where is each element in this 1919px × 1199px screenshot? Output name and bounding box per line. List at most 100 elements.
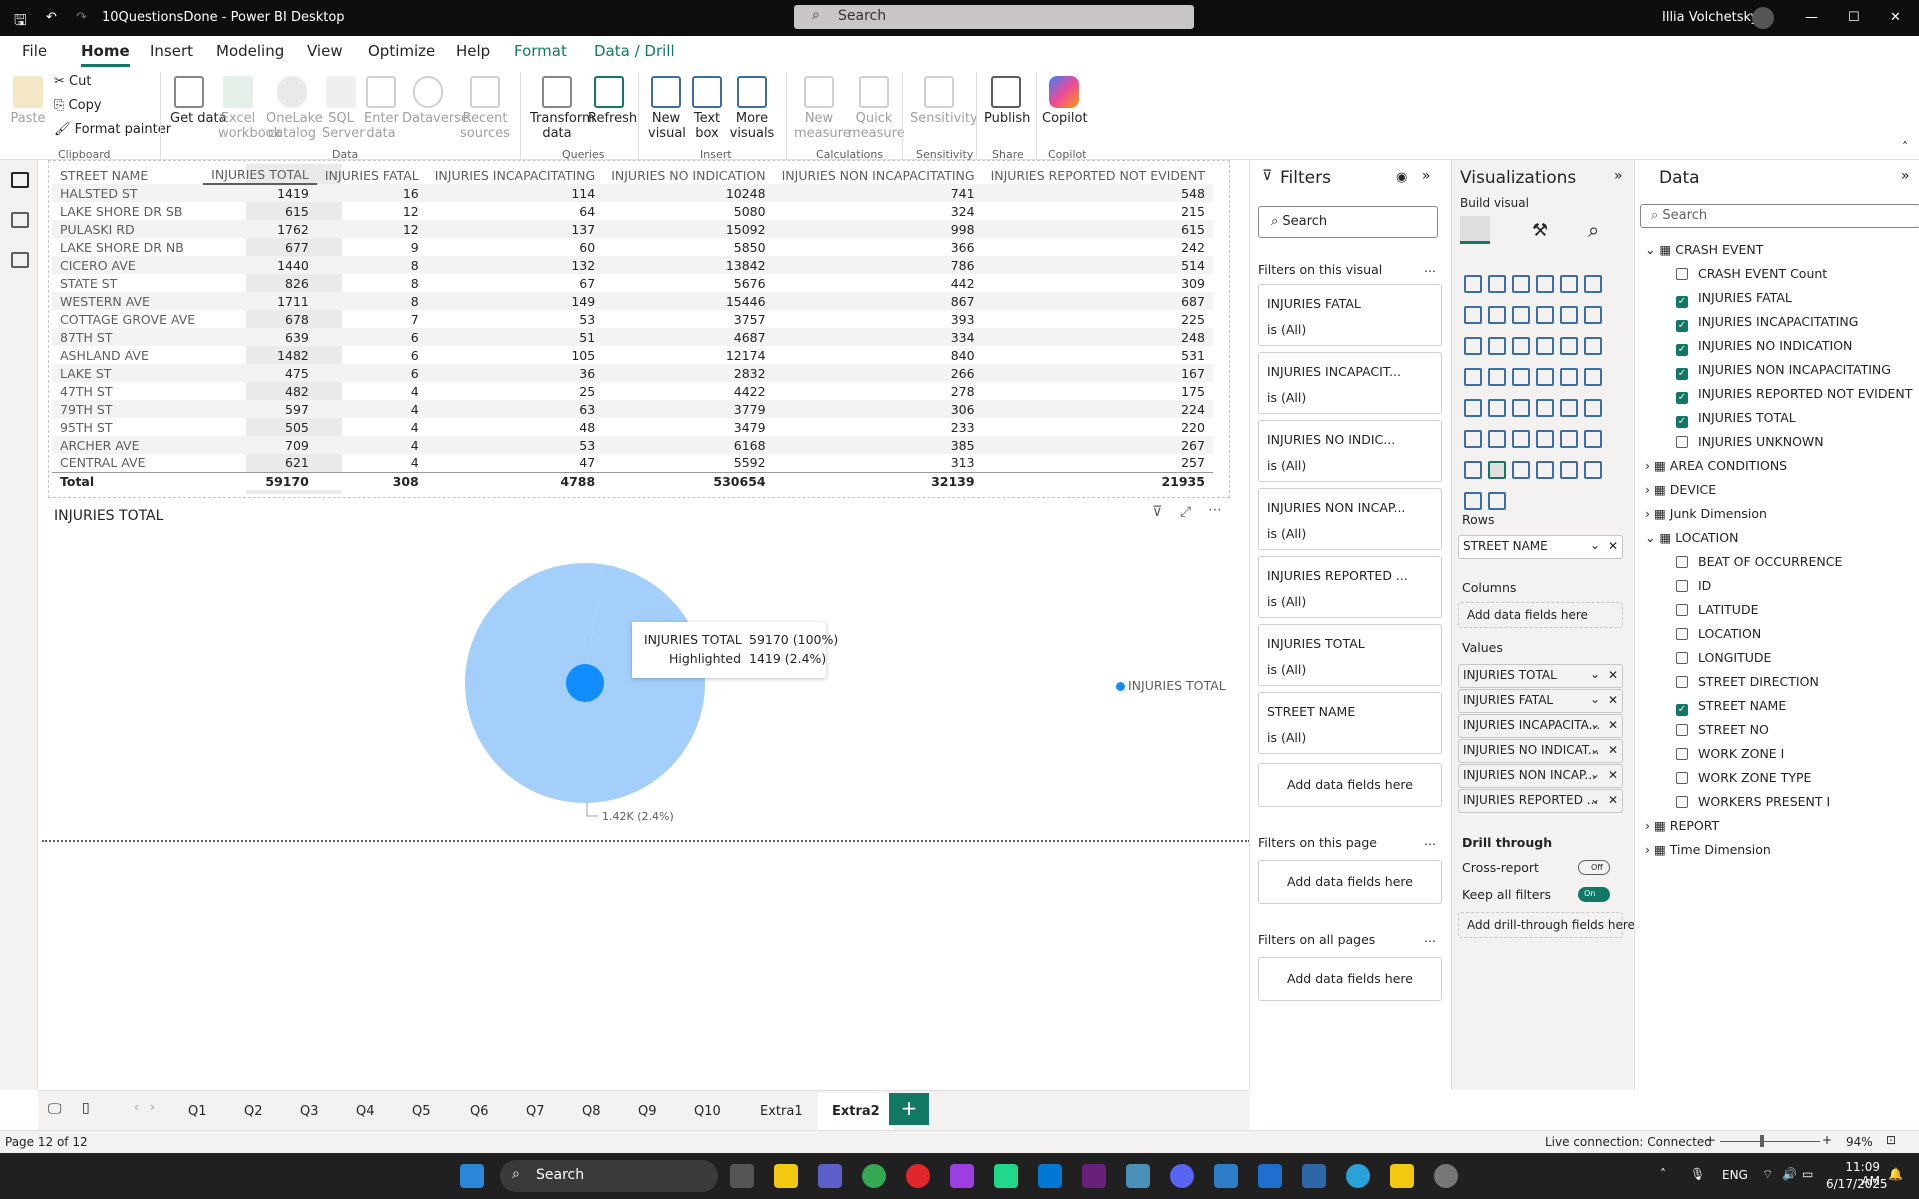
value-cell[interactable]: 53 [427,436,603,454]
recent-sources-button[interactable]: Recent sources [460,76,510,141]
value-cell[interactable]: 1762 [203,220,317,238]
value-cell[interactable]: 6168 [603,436,773,454]
data-field-row[interactable]: ✓ INJURIES INCAPACITATING [1676,314,1858,332]
prev-page-icon[interactable]: ‹ [134,1100,139,1114]
notification-bell-icon[interactable]: 🔔 [1888,1167,1903,1181]
visual-type-icon[interactable] [1464,306,1482,324]
tab-format[interactable]: Format [514,42,567,60]
format-painter-button[interactable]: 🖌 Format painter [54,122,171,137]
chevron-down-icon[interactable]: ⌄ [1590,538,1600,552]
column-header[interactable]: INJURIES FATAL [317,166,427,184]
page-tab[interactable]: Q9 [638,1104,657,1119]
discord-icon[interactable] [1170,1164,1194,1188]
data-field-row[interactable]: LONGITUDE [1676,650,1771,665]
visual-type-icon[interactable] [1464,368,1482,386]
table-row[interactable]: HALSTED ST 1419 16 114 10248 741 548 [52,184,1213,202]
street-name-cell[interactable]: WESTERN AVE [52,292,203,310]
value-cell[interactable]: 6 [317,328,427,346]
zoom-out-icon[interactable]: − [1706,1133,1716,1147]
value-cell[interactable]: 114 [427,184,603,202]
value-cell[interactable]: 786 [774,256,983,274]
visual-type-icon[interactable] [1464,337,1482,355]
visual-type-icon[interactable] [1536,306,1554,324]
field-checkbox[interactable] [1676,724,1688,736]
visual-type-icon[interactable] [1488,430,1506,448]
notes-icon[interactable] [1302,1164,1326,1188]
value-cell[interactable]: 7 [317,310,427,328]
value-cell[interactable]: 51 [427,328,603,346]
value-cell[interactable]: 25 [427,382,603,400]
filter-card[interactable]: INJURIES FATAL is (All) [1258,284,1442,346]
value-cell[interactable]: 393 [774,310,983,328]
value-cell[interactable]: 53 [427,310,603,328]
data-field-row[interactable]: LOCATION [1676,626,1761,641]
value-cell[interactable]: 3757 [603,310,773,328]
value-cell[interactable]: 306 [774,400,983,418]
value-cell[interactable]: 1419 [203,184,317,202]
value-cell[interactable]: 709 [203,436,317,454]
value-cell[interactable]: 12 [317,220,427,238]
data-field-row[interactable]: ✓ INJURIES FATAL [1676,290,1792,308]
value-cell[interactable]: 309 [983,274,1213,292]
undo-icon[interactable]: ↶ [46,10,57,25]
field-checkbox[interactable] [1676,796,1688,808]
filter-icon[interactable]: ⊽ [1152,504,1162,520]
value-cell[interactable]: 840 [774,346,983,364]
filters-all-more-icon[interactable]: ... [1424,930,1436,945]
add-visual-filter-field[interactable]: Add data fields here [1258,763,1442,807]
remove-field-icon[interactable]: ✕ [1608,693,1618,707]
cross-report-toggle[interactable]: Off [1578,860,1610,875]
visual-type-icon[interactable] [1464,275,1482,293]
value-cell[interactable]: 8 [317,292,427,310]
avatar[interactable] [1752,7,1774,29]
visual-type-icon[interactable] [1512,461,1530,479]
value-cell[interactable]: 63 [427,400,603,418]
legend-label[interactable]: INJURIES TOTAL [1128,678,1226,693]
publish-button[interactable]: Publish [984,76,1030,126]
value-cell[interactable]: 105 [427,346,603,364]
tab-optimize[interactable]: Optimize [368,42,435,60]
field-checkbox[interactable] [1676,580,1688,592]
value-cell[interactable]: 548 [983,184,1213,202]
visual-type-icon[interactable] [1560,275,1578,293]
visual-type-icon[interactable] [1488,275,1506,293]
data-field-row[interactable]: INJURIES UNKNOWN [1676,434,1824,449]
refresh-button[interactable]: Refresh [588,76,637,126]
field-checkbox[interactable]: ✓ [1676,416,1688,428]
table-row[interactable]: WESTERN AVE 1711 8 149 15446 867 687 [52,292,1213,310]
visual-type-icon[interactable] [1488,368,1506,386]
collapse-filters-icon[interactable]: » [1422,168,1431,184]
data-field-row[interactable]: ✓ INJURIES NON INCAPACITATING [1676,362,1891,380]
value-cell[interactable]: 15092 [603,220,773,238]
table-row[interactable]: CENTRAL AVE 621 4 47 5592 313 257 [52,454,1213,472]
visual-type-icon[interactable] [1584,399,1602,417]
data-field-row[interactable]: CRASH EVENT Count [1676,266,1827,281]
value-cell[interactable]: 639 [203,328,317,346]
value-cell[interactable]: 64 [427,202,603,220]
value-cell[interactable]: 60 [427,238,603,256]
visual-type-icon[interactable] [1536,275,1554,293]
table-row[interactable]: CICERO AVE 1440 8 132 13842 786 514 [52,256,1213,274]
value-cell[interactable]: 220 [983,418,1213,436]
maximize-icon[interactable]: ☐ [1848,10,1860,25]
value-cell[interactable]: 48 [427,418,603,436]
street-name-cell[interactable]: PULASKI RD [52,220,203,238]
value-cell[interactable]: 597 [203,400,317,418]
data-table-node[interactable]: › ▦ DEVICE [1645,482,1716,497]
table-row[interactable]: ARCHER AVE 709 4 53 6168 385 267 [52,436,1213,454]
value-cell[interactable]: 4 [317,382,427,400]
language-indicator[interactable]: ENG [1722,1168,1748,1182]
field-checkbox[interactable] [1676,748,1688,760]
chevron-right-icon[interactable]: › [1645,818,1654,833]
value-cell[interactable]: 224 [983,400,1213,418]
value-cell[interactable]: 366 [774,238,983,256]
tab-modeling[interactable]: Modeling [216,42,284,60]
close-icon[interactable]: ✕ [1890,10,1901,25]
visual-type-icon[interactable] [1536,430,1554,448]
table-row[interactable]: STATE ST 826 8 67 5676 442 309 [52,274,1213,292]
dataverse-button[interactable]: Dataverse [402,76,469,126]
value-cell[interactable]: 334 [774,328,983,346]
chevron-right-icon[interactable]: › [1645,506,1654,521]
visual-type-icon[interactable] [1512,399,1530,417]
vscode-icon[interactable] [1038,1164,1062,1188]
